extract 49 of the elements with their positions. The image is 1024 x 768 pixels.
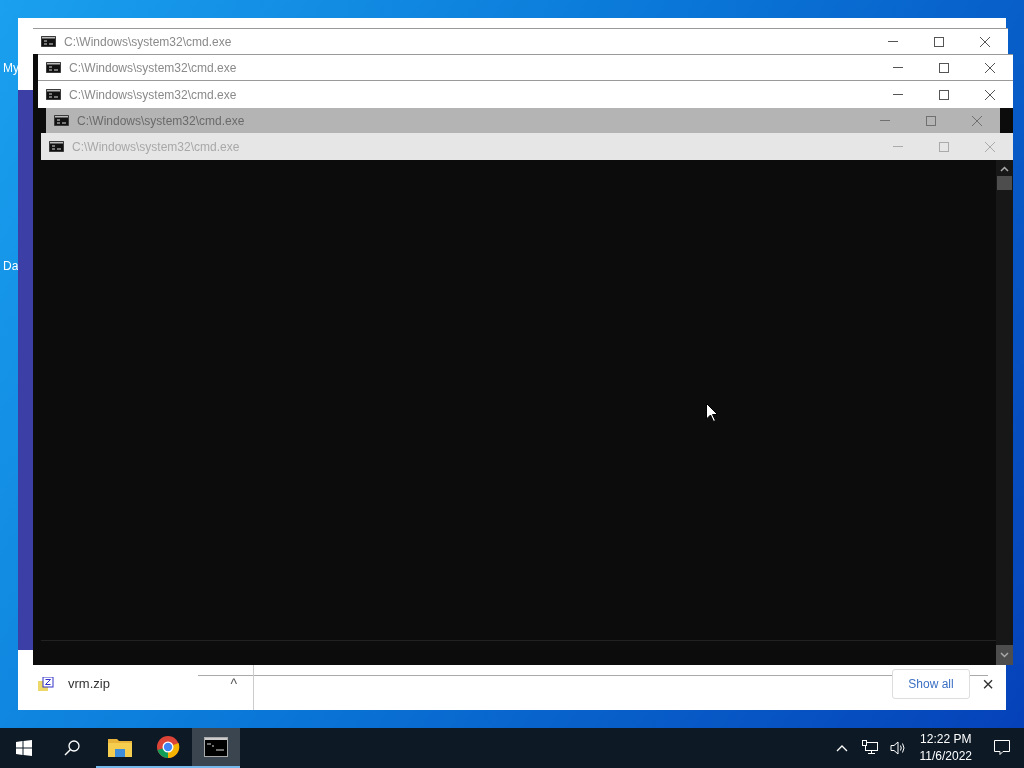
download-menu-caret[interactable]: ^ <box>230 673 237 695</box>
close-icon <box>985 62 995 73</box>
scroll-down-button[interactable] <box>996 645 1013 665</box>
scroll-up-icon <box>1000 166 1009 172</box>
scroll-down-icon <box>1000 652 1009 658</box>
maximize-icon <box>939 141 949 152</box>
console-icon <box>204 737 228 757</box>
minimize-icon <box>893 94 903 95</box>
console-icon <box>41 36 56 47</box>
folder-icon <box>108 737 132 757</box>
maximize-icon <box>939 89 949 100</box>
maximize-icon <box>934 36 944 47</box>
close-download-bar-button[interactable]: × <box>970 669 1006 699</box>
console-icon <box>46 89 61 100</box>
chrome-icon <box>156 735 180 759</box>
close-icon <box>985 141 995 152</box>
clock-time: 12:22 PM <box>920 731 972 748</box>
close-icon <box>980 36 990 47</box>
minimize-icon <box>888 41 898 42</box>
console-icon <box>49 141 64 152</box>
search-icon <box>64 740 80 756</box>
console-icon <box>54 115 69 126</box>
minimize-icon <box>893 67 903 68</box>
mouse-cursor-icon <box>706 403 718 422</box>
maximize-icon <box>939 62 949 73</box>
scroll-thumb[interactable] <box>997 176 1012 190</box>
speech-bubble-icon <box>994 740 1010 756</box>
window-title: C:\Windows\system32\cmd.exe <box>69 86 237 104</box>
scrollbar[interactable] <box>996 160 1013 665</box>
show-all-button[interactable]: Show all <box>892 669 970 699</box>
tray-caret-icon[interactable] <box>835 744 848 752</box>
close-icon <box>985 89 995 100</box>
clock-date: 11/6/2022 <box>919 748 972 765</box>
window-title: C:\Windows\system32\cmd.exe <box>77 112 245 130</box>
close-icon <box>972 115 982 126</box>
window-title: C:\Windows\system32\cmd.exe <box>64 33 232 51</box>
download-file-name[interactable]: vrm.zip <box>68 674 110 694</box>
minimize-icon <box>893 146 903 147</box>
window-title: C:\Windows\system32\cmd.exe <box>72 138 240 156</box>
volume-icon[interactable] <box>889 740 906 756</box>
taskbar-app-button[interactable] <box>192 728 240 768</box>
network-icon[interactable] <box>861 740 878 756</box>
window-title: C:\Windows\system32\cmd.exe <box>69 59 237 77</box>
console-icon <box>46 62 61 73</box>
clock[interactable]: 12:22 PM 11/6/2022 <box>919 731 972 765</box>
minimize-icon <box>880 120 890 121</box>
maximize-icon <box>926 115 936 126</box>
windows-logo-icon <box>16 740 32 756</box>
zip-file-icon <box>38 677 54 691</box>
